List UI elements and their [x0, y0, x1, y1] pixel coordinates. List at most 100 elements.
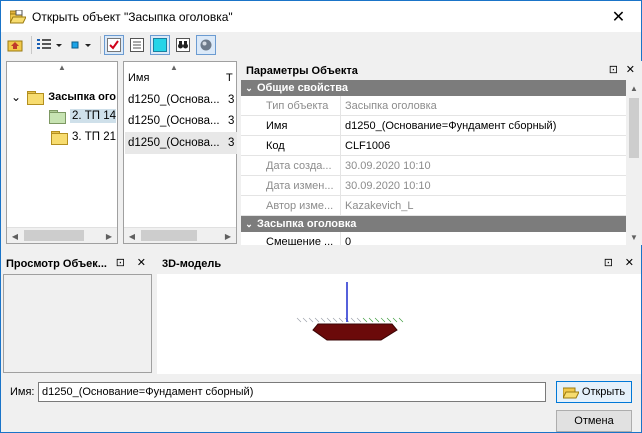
grid-line	[302, 317, 308, 323]
backfill-body	[312, 323, 398, 341]
properties-vscrollbar[interactable]: ▲ ▼	[626, 80, 642, 245]
title-bar: Открыть объект "Засыпка оголовка" ✕	[1, 1, 641, 32]
up-folder-icon	[7, 40, 23, 52]
pin-icon[interactable]: ⊡	[116, 256, 125, 269]
property-row[interactable]: Код CLF1006	[241, 136, 626, 156]
property-value: d1250_(Основание=Фундамент сборный)	[345, 119, 557, 132]
open-button[interactable]: Открыть	[556, 381, 632, 403]
preview-canvas	[3, 274, 152, 373]
property-key: Тип объекта	[241, 96, 341, 115]
property-value: Засыпка оголовка	[345, 99, 437, 112]
scroll-left-icon[interactable]: ◀	[7, 228, 23, 244]
grid-line	[392, 317, 398, 323]
preview-title-text: Просмотр Объек...	[6, 257, 107, 270]
property-row[interactable]: Тип объекта Засыпка оголовка	[241, 96, 626, 116]
grid-line	[362, 317, 368, 323]
scroll-left-icon[interactable]: ◀	[124, 228, 140, 244]
property-value: 30.09.2020 10:10	[345, 159, 431, 172]
model-3d-title-text: 3D-модель	[162, 257, 222, 270]
cancel-button[interactable]: Отмена	[556, 410, 632, 432]
toolbar-separator	[31, 36, 32, 54]
property-row[interactable]: Дата измен... 30.09.2020 10:10	[241, 176, 626, 196]
list-item-name: d1250_(Основа...	[128, 137, 220, 149]
close-panel-icon[interactable]: ✕	[137, 256, 146, 269]
grid-line	[380, 317, 386, 323]
filter-dropdown-button[interactable]	[68, 35, 94, 55]
tree-item-label: 3. ТП 217	[72, 131, 116, 143]
open-folder-icon	[9, 9, 27, 24]
grid-line	[350, 317, 356, 323]
pin-icon[interactable]: ⊡	[604, 256, 613, 269]
properties-title-text: Параметры Объекта	[246, 64, 358, 77]
scroll-right-icon[interactable]: ▶	[220, 228, 236, 244]
list-hscrollbar[interactable]: ◀ ▶	[124, 227, 236, 243]
tree-item-tp148[interactable]: 2. ТП 148	[49, 107, 116, 125]
view-mode-button[interactable]	[35, 35, 65, 55]
object-list-panel[interactable]: ▲ Имя Т d1250_(Основа... 3 d1250_(Основа…	[123, 61, 237, 244]
property-row[interactable]: Автор изме... Kazakevich_L	[241, 196, 626, 216]
scroll-thumb[interactable]	[141, 230, 197, 241]
property-group-backfill[interactable]: ⌄ Засыпка оголовка	[241, 216, 626, 232]
preview-button[interactable]	[150, 35, 170, 55]
expander-icon[interactable]: ⌄	[11, 91, 23, 103]
3d-model-button[interactable]	[196, 35, 216, 55]
column-header-name[interactable]: Имя	[124, 72, 224, 84]
close-panel-icon[interactable]: ✕	[625, 256, 634, 269]
grid-line	[320, 317, 326, 323]
list-item-type: 3	[228, 137, 235, 149]
grid-line	[368, 317, 374, 323]
binoculars-icon	[176, 38, 190, 52]
window-title: Открыть объект "Засыпка оголовка"	[32, 9, 233, 24]
property-row[interactable]: Имя d1250_(Основание=Фундамент сборный)	[241, 116, 626, 136]
up-folder-button[interactable]	[5, 35, 25, 55]
folder-icon	[49, 110, 66, 124]
property-group-general[interactable]: ⌄ Общие свойства	[241, 80, 626, 96]
list-item[interactable]: d1250_(Основа... 3	[125, 89, 237, 111]
grid-line	[386, 317, 392, 323]
model-3d-viewport[interactable]	[157, 274, 641, 374]
list-item-selected[interactable]: d1250_(Основа... 3	[125, 132, 237, 154]
list-item-name: d1250_(Основа...	[128, 94, 220, 106]
scroll-right-icon[interactable]: ▶	[101, 228, 117, 244]
grid-line	[332, 317, 338, 323]
tree-item-root[interactable]: ⌄ Засыпка ого	[11, 88, 116, 106]
close-window-button[interactable]: ✕	[596, 1, 641, 32]
preview-panel-title: Просмотр Объек... ⊡ ✕	[1, 254, 153, 273]
pin-icon[interactable]: ⊡	[609, 63, 618, 76]
list-item[interactable]: d1250_(Основа... 3	[125, 110, 237, 132]
name-label: Имя:	[10, 386, 35, 398]
property-key: Имя	[241, 116, 341, 135]
list-header: Имя Т	[124, 62, 236, 84]
scroll-thumb[interactable]	[24, 230, 84, 241]
search-button[interactable]	[173, 35, 193, 55]
folder-icon	[27, 91, 45, 105]
folder-tree-panel[interactable]: ▲ ⌄ Засыпка ого 2. ТП 148 3. ТП 217 ◀ ▶	[6, 61, 118, 244]
properties-panel: Параметры Объекта ⊡ ✕ ⌄ Общие свойства Т…	[241, 61, 642, 245]
property-key: Смещение ...	[241, 232, 341, 245]
grid-line	[398, 317, 404, 323]
check-button[interactable]	[104, 35, 124, 55]
grid-line	[308, 317, 314, 323]
tree-item-tp217[interactable]: 3. ТП 217	[51, 128, 116, 146]
column-header-type[interactable]: Т	[224, 72, 233, 84]
scroll-up-icon[interactable]: ▲	[626, 80, 642, 96]
tree-scroll-up-icon[interactable]: ▲	[7, 62, 117, 72]
grid-line	[338, 317, 344, 323]
ground-grid	[296, 317, 404, 323]
tree-hscrollbar[interactable]: ◀ ▶	[7, 227, 117, 243]
chevron-down-icon: ⌄	[245, 82, 253, 93]
property-row[interactable]: Дата созда... 30.09.2020 10:10	[241, 156, 626, 176]
name-input[interactable]	[38, 382, 546, 402]
scroll-down-icon[interactable]: ▼	[626, 229, 642, 245]
property-row[interactable]: Смещение ... 0	[241, 232, 626, 245]
toolbar-separator	[100, 36, 101, 54]
property-value: Kazakevich_L	[345, 199, 414, 212]
property-key: Дата измен...	[241, 176, 341, 195]
property-value: 30.09.2020 10:10	[345, 179, 431, 192]
properties-button[interactable]	[127, 35, 147, 55]
open-button-label: Открыть	[581, 386, 626, 398]
scroll-thumb[interactable]	[629, 98, 639, 158]
document-icon	[130, 38, 144, 52]
close-panel-icon[interactable]: ✕	[626, 63, 635, 76]
grid-line	[356, 317, 362, 323]
